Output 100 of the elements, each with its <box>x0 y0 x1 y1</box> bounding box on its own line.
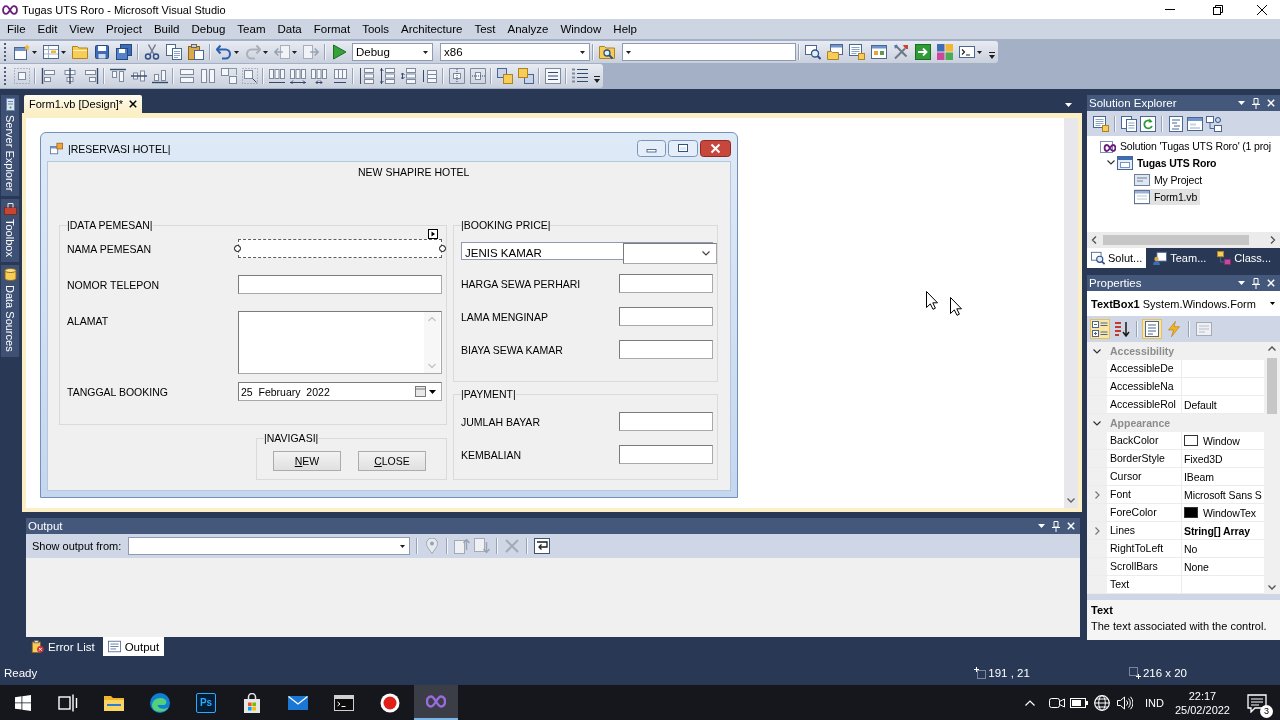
pages-icon[interactable] <box>1121 115 1137 132</box>
text-field[interactable] <box>238 275 442 294</box>
vertical-spacing-icon[interactable] <box>421 68 438 84</box>
save-icon[interactable] <box>94 44 110 60</box>
menu-item[interactable]: Analyze <box>501 20 555 38</box>
menu-item[interactable]: Help <box>607 20 643 38</box>
paste-icon[interactable] <box>188 44 204 60</box>
tree-item[interactable]: My Project <box>1134 171 1206 188</box>
browser-icon[interactable] <box>150 692 170 713</box>
enter-icon[interactable] <box>915 44 931 60</box>
vertical-spacing-icon[interactable] <box>379 68 396 84</box>
grid-icon[interactable] <box>13 68 30 84</box>
pin-icon[interactable] <box>1252 97 1260 109</box>
property-value[interactable]: WindowTex <box>1182 504 1264 521</box>
camera-icon[interactable] <box>1049 696 1065 709</box>
text-field[interactable] <box>238 239 442 258</box>
dropdown-icon[interactable] <box>1038 524 1045 528</box>
scrollbar[interactable] <box>1264 342 1280 594</box>
bring-to-front-icon[interactable] <box>496 68 513 84</box>
chevron-icon[interactable] <box>702 251 710 256</box>
restore-icon[interactable] <box>1213 4 1223 15</box>
close-icon[interactable] <box>1257 4 1267 15</box>
console-icon[interactable] <box>959 44 975 60</box>
side-tab[interactable]: Toolbox <box>1 199 19 263</box>
team-icon[interactable] <box>1153 251 1168 265</box>
caret-icon[interactable] <box>580 50 585 54</box>
align-right-icon[interactable] <box>82 68 99 84</box>
chevron-icon[interactable] <box>1093 420 1101 426</box>
dropdown[interactable] <box>623 243 717 264</box>
volume-icon[interactable] <box>1117 695 1133 710</box>
tree-item[interactable]: Form1.vb <box>1134 188 1201 205</box>
size-to-grid-icon[interactable] <box>241 68 258 84</box>
terminal-icon[interactable] <box>334 692 354 713</box>
search-icon[interactable] <box>805 44 821 60</box>
form-window-icon[interactable] <box>1187 115 1203 132</box>
align-left-icon[interactable] <box>40 68 57 84</box>
caret-icon[interactable] <box>977 50 982 54</box>
menu-item[interactable]: Tools <box>356 20 396 38</box>
object-selector[interactable]: TextBox1 System.Windows.Form <box>1087 291 1280 316</box>
caret-icon[interactable] <box>423 50 428 54</box>
pin-icon[interactable] <box>1252 277 1260 289</box>
caret-icon[interactable] <box>263 50 268 54</box>
same-width-icon[interactable] <box>178 68 195 84</box>
horizontal-spacing-icon[interactable] <box>310 68 327 84</box>
property-value[interactable]: Default <box>1182 396 1264 413</box>
panel-tab[interactable]: Class... <box>1213 248 1275 268</box>
send-to-back-icon[interactable] <box>517 68 534 84</box>
code-icon[interactable] <box>1168 115 1184 132</box>
menu-item[interactable]: Data <box>271 20 308 38</box>
globe-icon[interactable] <box>1094 694 1110 711</box>
panel-tab[interactable]: Error List <box>26 637 100 656</box>
horizontal-spacing-icon[interactable] <box>331 68 348 84</box>
server-icon[interactable] <box>3 98 17 111</box>
properties-icon[interactable] <box>849 44 865 60</box>
vertical-spacing-icon[interactable] <box>400 68 417 84</box>
save-all-icon[interactable] <box>116 44 132 60</box>
tab-order-icon[interactable] <box>544 68 561 84</box>
property-list-icon[interactable] <box>1142 319 1162 339</box>
resize-handle-icon[interactable] <box>234 245 241 252</box>
menu-item[interactable]: Build <box>147 20 186 38</box>
calendar-icon[interactable] <box>415 386 426 397</box>
refresh-icon[interactable] <box>1140 115 1156 132</box>
copy-icon[interactable] <box>166 44 182 60</box>
dropdown-icon[interactable] <box>1238 101 1245 105</box>
caret-icon[interactable] <box>32 50 37 54</box>
database-icon[interactable] <box>3 268 17 282</box>
align-middle-icon[interactable] <box>130 68 147 84</box>
menu-item[interactable]: Architecture <box>395 20 469 38</box>
property-value[interactable]: IBeam <box>1182 468 1264 485</box>
property-value[interactable]: No <box>1182 540 1264 557</box>
diagram-icon[interactable] <box>1206 115 1222 132</box>
tools-icon[interactable] <box>893 44 909 60</box>
start-icon[interactable] <box>14 694 31 711</box>
same-size-icon[interactable] <box>220 68 237 84</box>
infinity-icon[interactable] <box>414 685 458 720</box>
tree-item[interactable]: Tugas UTS Roro <box>1117 154 1220 171</box>
menu-item[interactable]: Test <box>468 20 502 38</box>
side-tab[interactable]: Data Sources <box>1 265 19 357</box>
overflow-icon[interactable] <box>594 75 600 83</box>
horizontal-spacing-icon[interactable] <box>289 68 306 84</box>
panel-tab[interactable]: Solut... <box>1087 248 1147 268</box>
text-field[interactable] <box>619 445 713 464</box>
caret-icon[interactable] <box>1270 302 1275 305</box>
caret-icon[interactable] <box>292 50 297 54</box>
shopping-bag-icon[interactable] <box>242 692 262 713</box>
align-top-icon[interactable] <box>109 68 126 84</box>
align-center-icon[interactable] <box>61 68 78 84</box>
text-field[interactable] <box>619 307 713 326</box>
caret-icon[interactable] <box>400 544 406 548</box>
property-value[interactable]: None <box>1182 558 1264 575</box>
form-icon[interactable] <box>1134 188 1150 205</box>
horizontal-spacing-icon[interactable] <box>268 68 285 84</box>
menu-item[interactable]: View <box>63 20 101 38</box>
text-field[interactable] <box>619 340 713 359</box>
property-value[interactable]: String[] Array <box>1182 522 1264 539</box>
dropdown-icon[interactable] <box>1238 281 1245 285</box>
text-field[interactable] <box>619 274 713 293</box>
new-window-icon[interactable] <box>14 44 30 60</box>
close-icon[interactable] <box>700 140 731 157</box>
word-wrap-icon[interactable] <box>534 538 551 554</box>
